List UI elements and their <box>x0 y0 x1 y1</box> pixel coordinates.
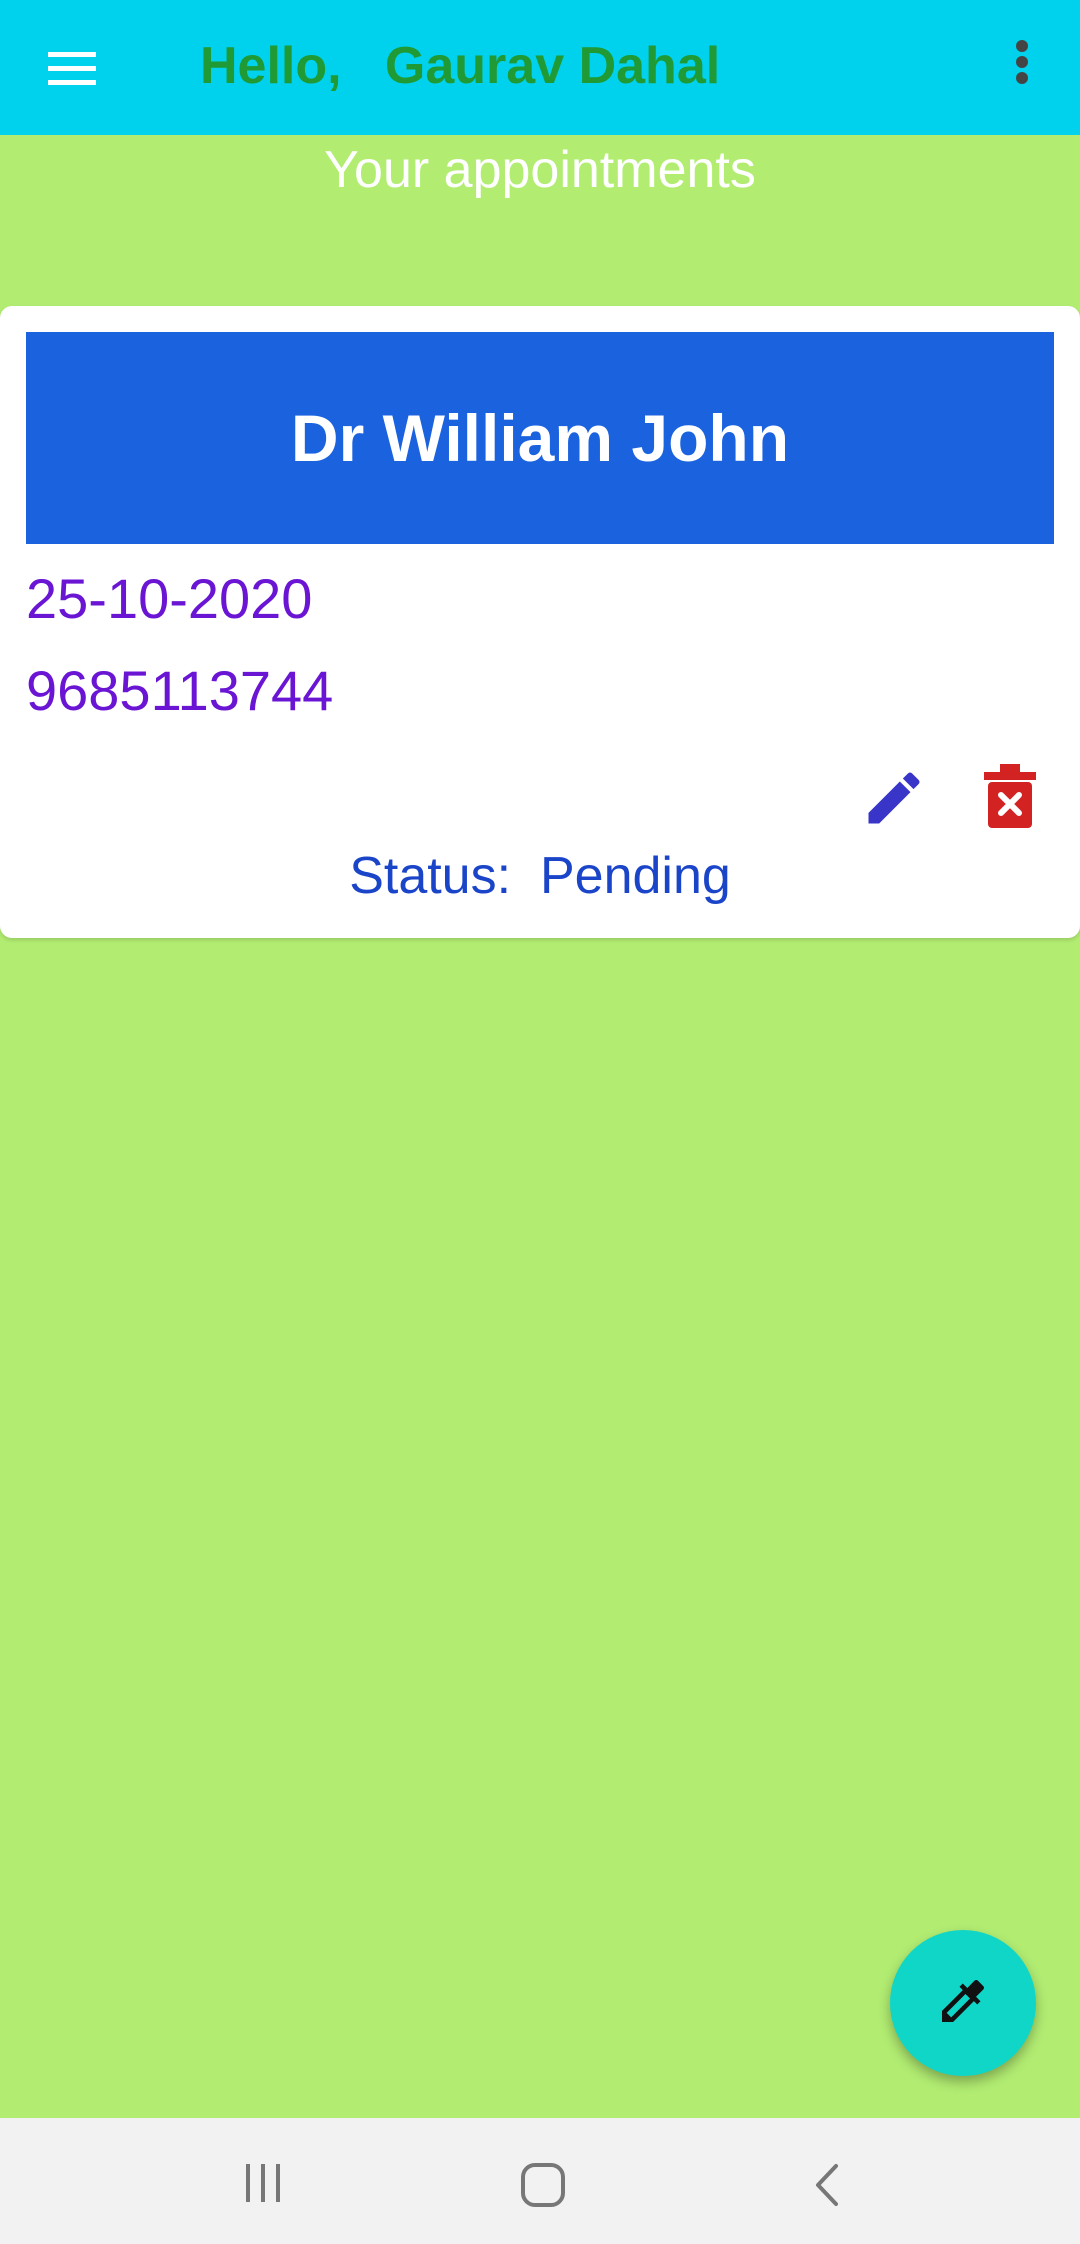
fab-button[interactable] <box>890 1930 1036 2076</box>
status-text: Status: Pending <box>0 846 1080 906</box>
appointment-card[interactable]: Dr William John 25-10-2020 9685113744 St… <box>0 306 1080 938</box>
appointment-date: 25-10-2020 <box>26 567 313 630</box>
app-title: Hello, Gaurav Dahal <box>200 0 720 135</box>
pencil-icon[interactable] <box>860 764 928 832</box>
app-bar: Hello, Gaurav Dahal <box>0 0 1080 135</box>
appointment-phone: 9685113744 <box>26 659 334 722</box>
menu-icon[interactable] <box>44 40 100 96</box>
back-icon[interactable] <box>808 2160 848 2210</box>
status-label: Status: <box>349 847 512 905</box>
eyedropper-icon <box>935 1973 991 2034</box>
recents-icon[interactable] <box>240 2160 286 2206</box>
more-vert-icon[interactable] <box>1000 36 1044 100</box>
doctor-name: Dr William John <box>26 332 1054 544</box>
page-title: Your appointments <box>324 141 756 199</box>
greeting-prefix: Hello, <box>200 37 342 95</box>
trash-x-icon[interactable] <box>980 762 1040 830</box>
status-badge: Pending <box>539 847 731 905</box>
user-name: Gaurav Dahal <box>384 37 721 95</box>
home-icon[interactable] <box>518 2160 568 2210</box>
